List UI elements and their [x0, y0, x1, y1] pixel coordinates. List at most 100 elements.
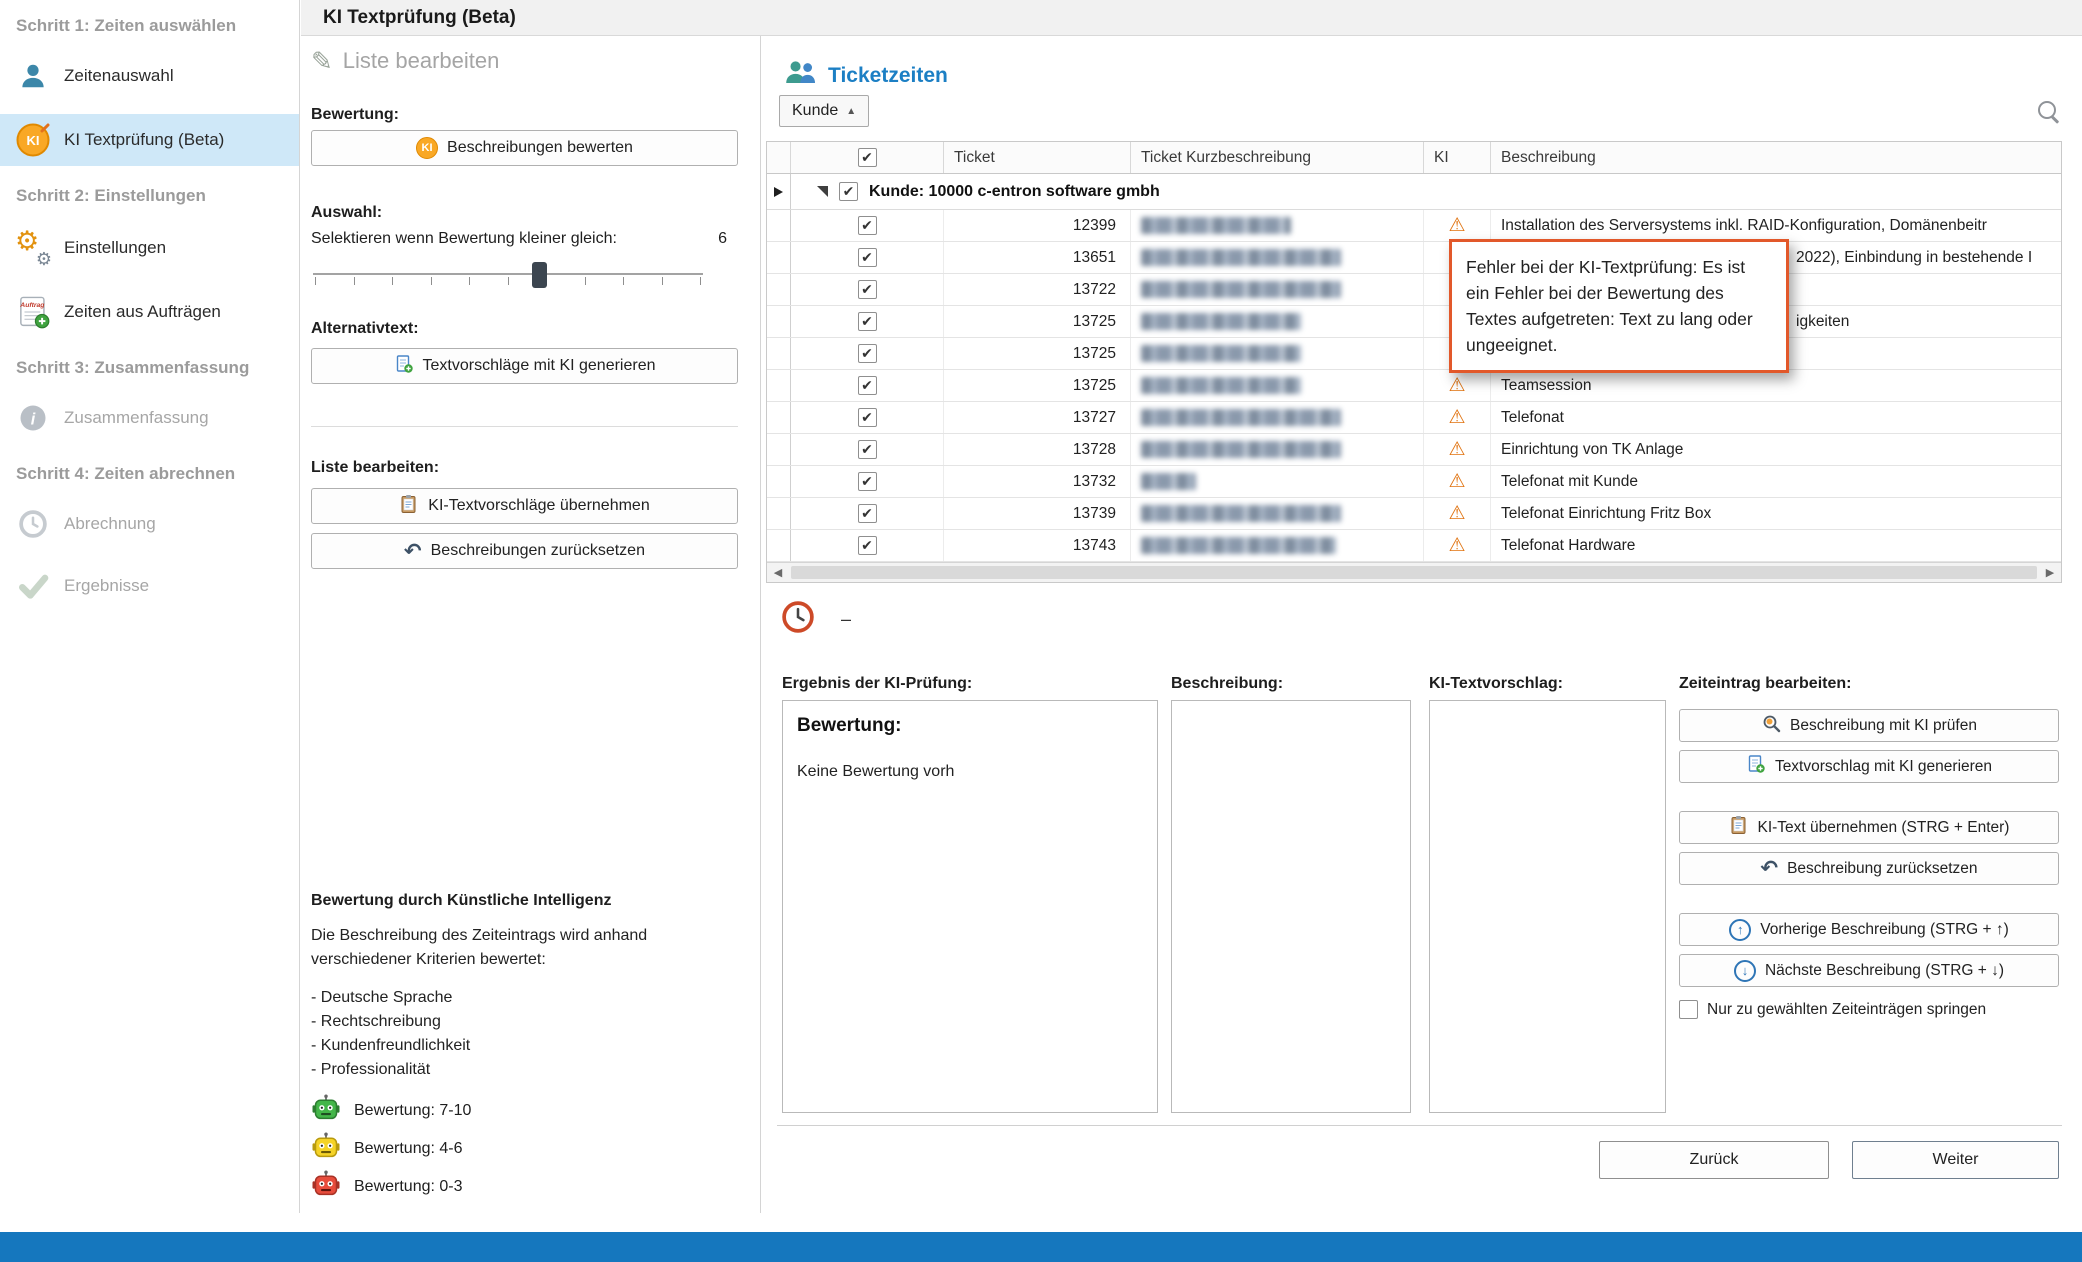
column-header-ki[interactable]: KI [1424, 142, 1491, 173]
current-row-icon [774, 187, 783, 197]
table-row[interactable]: ✔13651⚠2022), Einbindung in bestehende I [767, 242, 2061, 274]
beschreibungen-zuruecksetzen-button[interactable]: ↶ Beschreibungen zurücksetzen [311, 533, 738, 569]
springen-checkbox[interactable] [1679, 1000, 1698, 1019]
group-row[interactable]: ✔ Kunde: 10000 c-entron software gmbh [767, 174, 2061, 210]
row-checkbox[interactable]: ✔ [858, 472, 877, 491]
divider [311, 426, 738, 427]
search-icon[interactable] [2037, 100, 2061, 124]
selektieren-row: Selektieren wenn Bewertung kleiner gleic… [311, 230, 727, 248]
vorherige-beschreibung-button[interactable]: ↑ Vorherige Beschreibung (STRG + ↑) [1679, 913, 2059, 946]
column-header-beschreibung[interactable]: Beschreibung [1491, 142, 2061, 173]
beschreibung-zuruecksetzen-button[interactable]: ↶ Beschreibung zurücksetzen [1679, 852, 2059, 885]
undo-icon: ↶ [1760, 858, 1778, 879]
group-checkbox[interactable]: ✔ [839, 182, 858, 201]
column-header-kurzbeschreibung[interactable]: Ticket Kurzbeschreibung [1131, 142, 1424, 173]
textvorschlag-generieren-button[interactable]: Textvorschlag mit KI generieren [1679, 750, 2059, 783]
legend-row: Bewertung: 4-6 [311, 1132, 747, 1166]
ki-text-uebernehmen-button[interactable]: KI-Text übernehmen (STRG + Enter) [1679, 811, 2059, 844]
row-checkbox[interactable]: ✔ [858, 248, 877, 267]
ergebnis-label: Ergebnis der KI-Prüfung: [782, 675, 1158, 691]
row-indicator-cell [767, 274, 791, 305]
ki-cell: ⚠ [1424, 498, 1491, 529]
zurueck-button[interactable]: Zurück [1599, 1141, 1829, 1179]
ki-textvorschlag-box[interactable] [1429, 700, 1666, 1113]
row-checkbox[interactable]: ✔ [858, 344, 877, 363]
springen-checkbox-row[interactable]: Nur zu gewählten Zeiteinträgen springen [1679, 1000, 2059, 1019]
kurzbeschreibung-cell [1131, 338, 1424, 369]
ticketzeiten-panel: Ticketzeiten Kunde ▲ ✔ Ticket Ticket Kur… [762, 36, 2082, 1213]
table-row[interactable]: ✔13727⚠Telefonat [767, 402, 2061, 434]
button-label: Textvorschlag mit KI generieren [1775, 758, 1992, 776]
scroll-left-icon[interactable]: ◀ [767, 563, 789, 582]
ki-cell: ⚠ [1424, 434, 1491, 465]
select-all-checkbox[interactable]: ✔ [858, 148, 877, 167]
ticket-number: 13743 [944, 530, 1131, 561]
ticket-number: 12399 [944, 210, 1131, 241]
ki-textvorschlaege-uebernehmen-button[interactable]: KI-Textvorschläge übernehmen [311, 488, 738, 524]
column-header-ticket[interactable]: Ticket [944, 142, 1131, 173]
table-row[interactable]: ✔13722⚠ [767, 274, 2061, 306]
beschreibung-pruefen-button[interactable]: Beschreibung mit KI prüfen [1679, 709, 2059, 742]
ticket-number: 13728 [944, 434, 1131, 465]
beschreibung-cell: Teamsession [1491, 370, 2061, 401]
arrow-down-circle-icon: ↓ [1734, 960, 1756, 982]
table-row[interactable]: ✔12399⚠Installation des Serversystems in… [767, 210, 2061, 242]
select-all-cell: ✔ [791, 142, 944, 173]
table-row[interactable]: ✔13739⚠Telefonat Einrichtung Fritz Box [767, 498, 2061, 530]
people-icon [784, 58, 817, 93]
row-checkbox[interactable]: ✔ [858, 408, 877, 427]
sidebar-item-zusammenfassung[interactable]: i Zusammenfassung [0, 392, 299, 444]
redacted-text [1141, 537, 1336, 554]
scrollbar-thumb[interactable] [791, 566, 2037, 579]
scroll-right-icon[interactable]: ▶ [2039, 563, 2061, 582]
warning-icon: ⚠ [1448, 472, 1465, 491]
row-checkbox[interactable]: ✔ [858, 376, 877, 395]
ki-error-tooltip: Fehler bei der KI-Textprüfung: Es ist ei… [1449, 239, 1789, 373]
table-row[interactable]: ✔13728⚠Einrichtung von TK Anlage [767, 434, 2061, 466]
clipboard-icon [1729, 815, 1749, 840]
bewertung-slider[interactable] [313, 260, 703, 290]
sidebar-item-ergebnisse[interactable]: Ergebnisse [0, 560, 299, 612]
legend-row: Bewertung: 7-10 [311, 1094, 747, 1128]
row-indicator-cell [767, 306, 791, 337]
table-row[interactable]: ✔13725⚠ [767, 338, 2061, 370]
collapse-group-icon[interactable] [817, 186, 828, 197]
row-checkbox[interactable]: ✔ [858, 504, 877, 523]
sidebar-item-zeiten-aus-auftraegen[interactable]: Auftrag Zeiten aus Aufträgen [0, 286, 299, 338]
kurzbeschreibung-cell [1131, 530, 1424, 561]
table-row[interactable]: ✔13743⚠Telefonat Hardware [767, 530, 2061, 562]
document-plus-icon [1746, 754, 1766, 779]
redacted-text [1141, 345, 1301, 362]
checkbox-cell: ✔ [791, 306, 944, 337]
sidebar-item-abrechnung[interactable]: Abrechnung [0, 498, 299, 550]
beschreibung-box[interactable] [1171, 700, 1411, 1113]
sidebar-item-einstellungen[interactable]: ⚙⚙ Einstellungen [0, 222, 299, 274]
sidebar-item-ki-textpruefung[interactable]: KI KI Textprüfung (Beta) [0, 114, 299, 166]
row-checkbox[interactable]: ✔ [858, 536, 877, 555]
checkbox-cell: ✔ [791, 338, 944, 369]
slider-handle[interactable] [532, 262, 547, 288]
kurzbeschreibung-cell [1131, 498, 1424, 529]
table-row[interactable]: ✔13725⚠igkeiten [767, 306, 2061, 338]
panel-title: ✎ Liste bearbeiten [311, 46, 748, 76]
redacted-text [1141, 281, 1341, 298]
textvorschlaege-generieren-button[interactable]: Textvorschläge mit KI generieren [311, 348, 738, 384]
sidebar-item-zeitenauswahl[interactable]: Zeitenauswahl [0, 50, 299, 102]
group-by-kunde-button[interactable]: Kunde ▲ [779, 95, 869, 127]
row-checkbox[interactable]: ✔ [858, 440, 877, 459]
naechste-beschreibung-button[interactable]: ↓ Nächste Beschreibung (STRG + ↓) [1679, 954, 2059, 987]
horizontal-scrollbar[interactable]: ◀ ▶ [767, 562, 2061, 582]
beschreibungen-bewerten-button[interactable]: KI Beschreibungen bewerten [311, 130, 738, 166]
row-checkbox[interactable]: ✔ [858, 280, 877, 299]
row-indicator-cell [767, 370, 791, 401]
table-row[interactable]: ✔13725⚠Teamsession [767, 370, 2061, 402]
row-checkbox[interactable]: ✔ [858, 312, 877, 331]
kurzbeschreibung-cell [1131, 466, 1424, 497]
warning-icon: ⚠ [1448, 408, 1465, 427]
row-indicator-cell [767, 466, 791, 497]
row-checkbox[interactable]: ✔ [858, 216, 877, 235]
kurzbeschreibung-cell [1131, 434, 1424, 465]
weiter-button[interactable]: Weiter [1852, 1141, 2059, 1179]
ticket-table: ✔ Ticket Ticket Kurzbeschreibung KI Besc… [766, 141, 2062, 583]
table-row[interactable]: ✔13732⚠Telefonat mit Kunde [767, 466, 2061, 498]
